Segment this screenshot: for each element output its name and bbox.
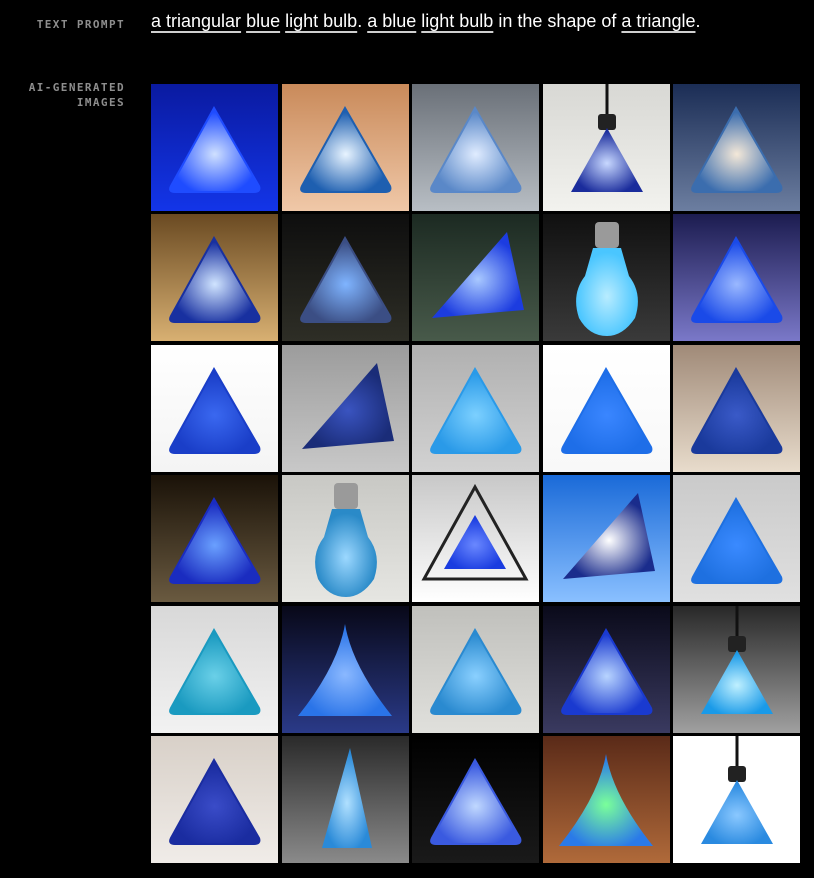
prompt-text: a triangular blue light bulb. a blue lig… <box>151 11 701 32</box>
prompt-chip[interactable]: light bulb <box>421 11 493 31</box>
generated-image-artwork <box>542 735 670 863</box>
generated-image-artwork <box>673 605 800 733</box>
generated-image-triangle-on-mirror[interactable] <box>673 214 800 342</box>
generated-image-blue-cone-gray[interactable] <box>281 344 409 472</box>
generated-image-glass-triangle-warm-light[interactable] <box>281 84 409 211</box>
generated-image-rounded-triangle-wood[interactable] <box>151 735 278 863</box>
generated-image-artwork <box>281 84 409 211</box>
generated-image-bulb-with-socket[interactable] <box>281 475 409 603</box>
generated-image-artwork <box>673 214 800 342</box>
prompt-chip[interactable]: light bulb <box>285 11 357 31</box>
generated-image-pendant-bulb-triangle[interactable] <box>542 84 670 211</box>
ai-generated-images-label: AI-GENERATED IMAGES <box>28 81 125 109</box>
generated-image-artwork <box>151 344 278 472</box>
generated-image-rounded-triangle-white[interactable] <box>151 344 278 472</box>
generated-image-artwork <box>542 84 670 211</box>
generated-image-artwork <box>412 344 539 472</box>
generated-image-artwork <box>412 735 539 863</box>
generated-image-artwork <box>542 344 670 472</box>
generated-image-dark-glowing-pyramid[interactable] <box>151 475 278 603</box>
generated-image-artwork <box>281 214 409 342</box>
generated-image-artwork <box>151 84 278 211</box>
generated-image-hanging-glass-triangle[interactable] <box>412 84 539 211</box>
generated-image-cone-lamp-wood-room[interactable] <box>542 735 670 863</box>
generated-image-artwork <box>542 214 670 342</box>
generated-image-flat-blue-triangle[interactable] <box>542 344 670 472</box>
generated-image-clear-triangle-dark[interactable] <box>281 214 409 342</box>
generated-image-cone-blue-gradient[interactable] <box>281 605 409 733</box>
generated-image-artwork <box>673 84 800 211</box>
generated-image-artwork <box>281 735 409 863</box>
prompt-connector-text: . <box>695 11 701 31</box>
generated-image-artwork <box>151 735 278 863</box>
generated-image-triangle-lamp-blue-sky[interactable] <box>542 475 670 603</box>
generated-image-artwork <box>151 475 278 603</box>
generated-image-triangle-on-fur[interactable] <box>673 344 800 472</box>
generated-image-pendant-triangle-lamp[interactable] <box>673 605 800 733</box>
generated-image-artwork <box>673 344 800 472</box>
generated-image-artwork <box>412 214 539 342</box>
prompt-connector-text: . <box>357 11 368 31</box>
generated-image-artwork <box>673 735 800 863</box>
generated-image-outlined-triangle[interactable] <box>412 475 539 603</box>
generated-image-tall-spike-bulb[interactable] <box>281 735 409 863</box>
generated-image-simple-triangle-gray[interactable] <box>673 475 800 603</box>
generated-image-plasma-triangle[interactable] <box>542 605 670 733</box>
generated-image-teal-glass-triangle[interactable] <box>151 605 278 733</box>
prompt-chip[interactable]: a triangle <box>621 11 695 31</box>
generated-image-artwork <box>281 605 409 733</box>
prompt-chip[interactable]: a blue <box>367 11 416 31</box>
text-prompt-label: TEXT PROMPT <box>36 18 125 31</box>
generated-image-artwork <box>542 605 670 733</box>
generated-image-artwork <box>673 475 800 603</box>
generated-image-classic-blue-bulb[interactable] <box>542 214 670 342</box>
generated-image-artwork <box>151 214 278 342</box>
generated-image-flat-glowing-triangle[interactable] <box>412 735 539 863</box>
generated-image-artwork <box>281 344 409 472</box>
prompt-chip[interactable]: a triangular <box>151 11 241 31</box>
generated-image-blue-wedge-closeup[interactable] <box>412 214 539 342</box>
image-grid <box>151 84 800 863</box>
generated-image-artwork <box>542 475 670 603</box>
generated-image-artwork <box>281 475 409 603</box>
prompt-chip[interactable]: blue <box>246 11 280 31</box>
generated-image-artwork <box>412 605 539 733</box>
generated-image-blue-triangle-lamp-dark[interactable] <box>151 84 278 211</box>
generated-image-glass-triangle-tray[interactable] <box>412 605 539 733</box>
generated-image-artwork <box>412 84 539 211</box>
prompt-connector-text: in the shape of <box>493 11 622 31</box>
generated-image-artwork <box>412 475 539 603</box>
page: TEXT PROMPT a triangular blue light bulb… <box>0 0 814 878</box>
generated-image-pendant-blue-bulb[interactable] <box>673 735 800 863</box>
generated-image-cyan-triangle-gray[interactable] <box>412 344 539 472</box>
generated-image-glowing-triangle-amber[interactable] <box>151 214 278 342</box>
generated-image-crystal-triangle-bulb[interactable] <box>673 84 800 211</box>
generated-image-artwork <box>151 605 278 733</box>
